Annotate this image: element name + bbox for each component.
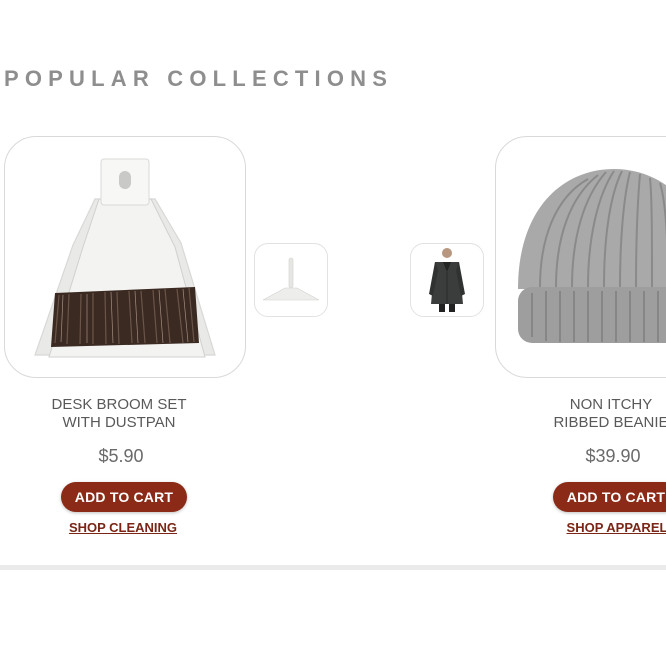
product-image-frame[interactable] (4, 136, 246, 378)
squeegee-thumbnail (262, 257, 320, 301)
product-name-line-1: DESK BROOM SET (51, 396, 187, 413)
product-price: $5.90 (98, 446, 144, 466)
beanie-image (518, 169, 666, 343)
product-price: $39.90 (585, 446, 641, 466)
add-to-cart-button[interactable]: ADD TO CART (553, 482, 666, 512)
product-image-frame[interactable] (495, 136, 666, 378)
product-name: DESK BROOM SET WITH DUSTPAN (19, 396, 219, 432)
product-name-line-2: RIBBED BEANIE (553, 414, 666, 431)
broom-dustpan-image (34, 158, 216, 358)
product-name: NON ITCHY RIBBED BEANIE (511, 396, 666, 432)
add-to-cart-button[interactable]: ADD TO CART (61, 482, 187, 512)
shop-apparel-link[interactable]: SHOP APPAREL (555, 520, 666, 535)
section-divider (0, 565, 666, 570)
product-thumbnail[interactable] (410, 243, 484, 317)
page: POPULAR COLLECTIONS DESK BROOM SET WITH … (0, 0, 666, 666)
product-name-line-2: WITH DUSTPAN (62, 414, 176, 431)
shop-cleaning-link[interactable]: SHOP CLEANING (61, 520, 185, 535)
product-thumbnail[interactable] (254, 243, 328, 317)
section-title: POPULAR COLLECTIONS (4, 66, 394, 91)
product-name-line-1: NON ITCHY (569, 396, 653, 413)
coat-thumbnail (429, 248, 465, 312)
